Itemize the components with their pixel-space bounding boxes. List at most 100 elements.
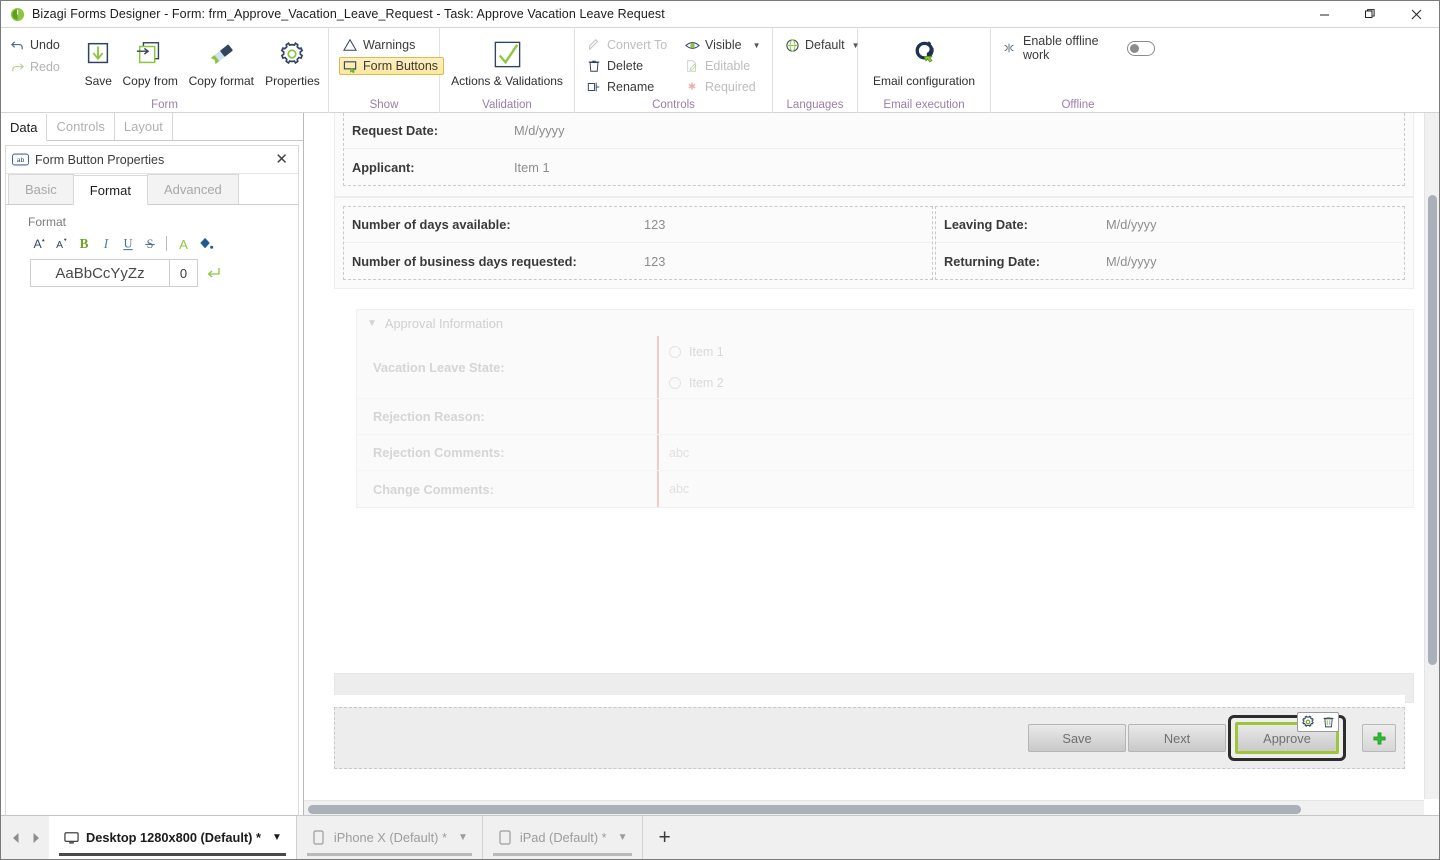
form-save-button[interactable]: Save bbox=[1028, 724, 1126, 752]
text-input[interactable]: abc bbox=[657, 471, 1413, 507]
close-properties-icon[interactable]: ✕ bbox=[271, 150, 292, 169]
undo-label: Undo bbox=[30, 38, 60, 52]
field-rejection-comments[interactable]: Rejection Comments: abc bbox=[357, 435, 1413, 471]
field-label: Number of business days requested: bbox=[352, 253, 577, 269]
vertical-scrollbar[interactable] bbox=[1424, 113, 1439, 799]
device-tab-ipad[interactable]: iPad (Default) * ▼ bbox=[482, 816, 643, 859]
tab-advanced[interactable]: Advanced bbox=[146, 174, 239, 204]
maximize-button[interactable] bbox=[1347, 1, 1393, 27]
tab-format[interactable]: Format bbox=[72, 175, 148, 205]
copy-from-button[interactable]: Copy from bbox=[121, 32, 180, 88]
actions-validations-button[interactable]: Actions & Validations bbox=[446, 32, 568, 88]
form-buttons-toggle[interactable]: Form Buttons bbox=[339, 57, 445, 75]
email-configuration-button[interactable]: Email configuration bbox=[864, 32, 984, 88]
form-designer-surface: Request Date: M/d/yyyy Applicant: Item 1 bbox=[326, 113, 1422, 703]
add-button[interactable] bbox=[1362, 724, 1396, 752]
default-language-button[interactable]: Default ▼ bbox=[781, 36, 865, 54]
font-size-value[interactable]: 0 bbox=[170, 259, 198, 287]
trash-icon[interactable] bbox=[1318, 713, 1338, 731]
field-rejection-reason[interactable]: Rejection Reason: bbox=[357, 399, 1413, 435]
field-days-available[interactable]: Number of days available: 123 bbox=[344, 207, 932, 243]
undo-button[interactable]: Undo bbox=[9, 37, 60, 53]
reset-format-icon[interactable] bbox=[205, 265, 221, 281]
properties-header: ab Form Button Properties ✕ bbox=[6, 146, 298, 174]
rename-button[interactable]: Rename bbox=[583, 78, 673, 96]
radio-option[interactable]: Item 1 bbox=[669, 336, 1413, 367]
close-button[interactable] bbox=[1393, 1, 1439, 27]
text-input[interactable]: abc bbox=[657, 435, 1413, 470]
required-toggle[interactable]: Required bbox=[681, 78, 766, 96]
approval-title: Approval Information bbox=[384, 315, 503, 331]
toolbar-divider bbox=[166, 235, 167, 251]
format-section: Format A A B I U S A AaBbCcYyZz 0 bbox=[6, 205, 298, 287]
approval-header[interactable]: ▼ Approval Information bbox=[357, 310, 1413, 336]
form-buttons-label: Form Buttons bbox=[363, 59, 439, 73]
redo-button[interactable]: Redo bbox=[9, 59, 60, 75]
editable-toggle[interactable]: Editable bbox=[681, 57, 766, 75]
radio-option[interactable]: Item 2 bbox=[669, 367, 1413, 398]
offline-toggle[interactable] bbox=[1126, 40, 1155, 56]
field-value: M/d/yyyy bbox=[1106, 217, 1157, 232]
save-label: Save bbox=[84, 74, 112, 88]
device-prev-button[interactable] bbox=[7, 828, 25, 848]
minimize-button[interactable] bbox=[1301, 1, 1347, 27]
vertical-scroll-thumb[interactable] bbox=[1428, 195, 1437, 665]
chevron-down-icon[interactable]: ▼ bbox=[753, 41, 761, 50]
gear-icon[interactable] bbox=[1298, 713, 1318, 731]
device-next-button[interactable] bbox=[27, 828, 45, 848]
field-leaving-date[interactable]: Leaving Date: M/d/yyyy bbox=[936, 207, 1404, 243]
properties-tabs: Basic Format Advanced bbox=[6, 174, 298, 205]
device-tab-iphone[interactable]: iPhone X (Default) * ▼ bbox=[296, 816, 483, 859]
selected-button-wrapper: Approve bbox=[1228, 712, 1346, 761]
tab-data[interactable]: Data bbox=[1, 114, 48, 141]
field-applicant[interactable]: Applicant: Item 1 bbox=[344, 149, 1404, 185]
svg-text:A: A bbox=[179, 237, 188, 252]
save-button[interactable]: Save bbox=[76, 32, 121, 88]
tab-controls[interactable]: Controls bbox=[47, 113, 115, 140]
device-tab-desktop[interactable]: Desktop 1280x800 (Default) * ▼ bbox=[49, 816, 297, 859]
bold-icon[interactable]: B bbox=[74, 233, 93, 253]
field-value: Item 1 bbox=[514, 159, 550, 175]
strikethrough-icon[interactable]: S bbox=[140, 233, 159, 253]
convert-to-button[interactable]: Convert To bbox=[583, 36, 673, 54]
chevron-down-icon[interactable]: ▼ bbox=[618, 832, 628, 843]
visible-toggle[interactable]: Visible ▼ bbox=[681, 36, 766, 54]
ribbon-group-label-email: Email execution bbox=[883, 99, 965, 111]
chevron-down-icon[interactable]: ▼ bbox=[458, 832, 468, 843]
field-label: Applicant: bbox=[352, 159, 415, 175]
offline-label: Enable offline work bbox=[1023, 34, 1099, 62]
device-tab-label: iPhone X (Default) * bbox=[333, 830, 447, 845]
format-toolbar: A A B I U S A bbox=[30, 233, 298, 253]
radio-group[interactable]: Item 1 Item 2 bbox=[657, 336, 1413, 398]
delete-button[interactable]: Delete bbox=[583, 57, 673, 75]
field-returning-date[interactable]: Returning Date: M/d/yyyy bbox=[936, 243, 1404, 279]
tab-layout[interactable]: Layout bbox=[115, 113, 173, 140]
font-color-icon[interactable]: A bbox=[174, 233, 193, 253]
copy-format-button[interactable]: Copy format bbox=[180, 32, 263, 88]
horizontal-scroll-thumb[interactable] bbox=[308, 805, 1301, 814]
field-business-days-requested[interactable]: Number of business days requested: 123 bbox=[344, 243, 932, 279]
device-tab-label: Desktop 1280x800 (Default) * bbox=[86, 830, 261, 845]
tab-basic[interactable]: Basic bbox=[8, 174, 74, 204]
title-bar: Bizagi Forms Designer - Form: frm_Approv… bbox=[1, 1, 1439, 27]
properties-button[interactable]: Properties bbox=[263, 32, 322, 88]
field-request-date[interactable]: Request Date: M/d/yyyy bbox=[344, 113, 1404, 149]
field-change-comments[interactable]: Change Comments: abc bbox=[357, 471, 1413, 507]
highlight-color-icon[interactable] bbox=[196, 233, 215, 253]
copy-from-label: Copy from bbox=[122, 74, 178, 88]
add-device-button[interactable]: + bbox=[643, 816, 687, 859]
increase-font-size-icon[interactable]: A bbox=[30, 233, 49, 253]
dropdown-input[interactable] bbox=[657, 399, 1413, 434]
italic-icon[interactable]: I bbox=[96, 233, 115, 253]
decrease-font-size-icon[interactable]: A bbox=[52, 233, 71, 253]
chevron-down-icon[interactable]: ▼ bbox=[272, 832, 282, 843]
underline-icon[interactable]: U bbox=[118, 233, 137, 253]
warnings-toggle[interactable]: Warnings bbox=[339, 36, 444, 54]
field-vacation-leave-state[interactable]: Vacation Leave State: Item 1 Item 2 bbox=[357, 336, 1413, 399]
form-next-button[interactable]: Next bbox=[1128, 724, 1226, 752]
field-value: 123 bbox=[644, 217, 666, 232]
ribbon-group-label-form: Form bbox=[151, 99, 178, 111]
chevron-down-icon[interactable]: ▼ bbox=[367, 318, 377, 329]
svg-text:ab: ab bbox=[17, 157, 25, 164]
convert-to-icon bbox=[586, 37, 602, 53]
